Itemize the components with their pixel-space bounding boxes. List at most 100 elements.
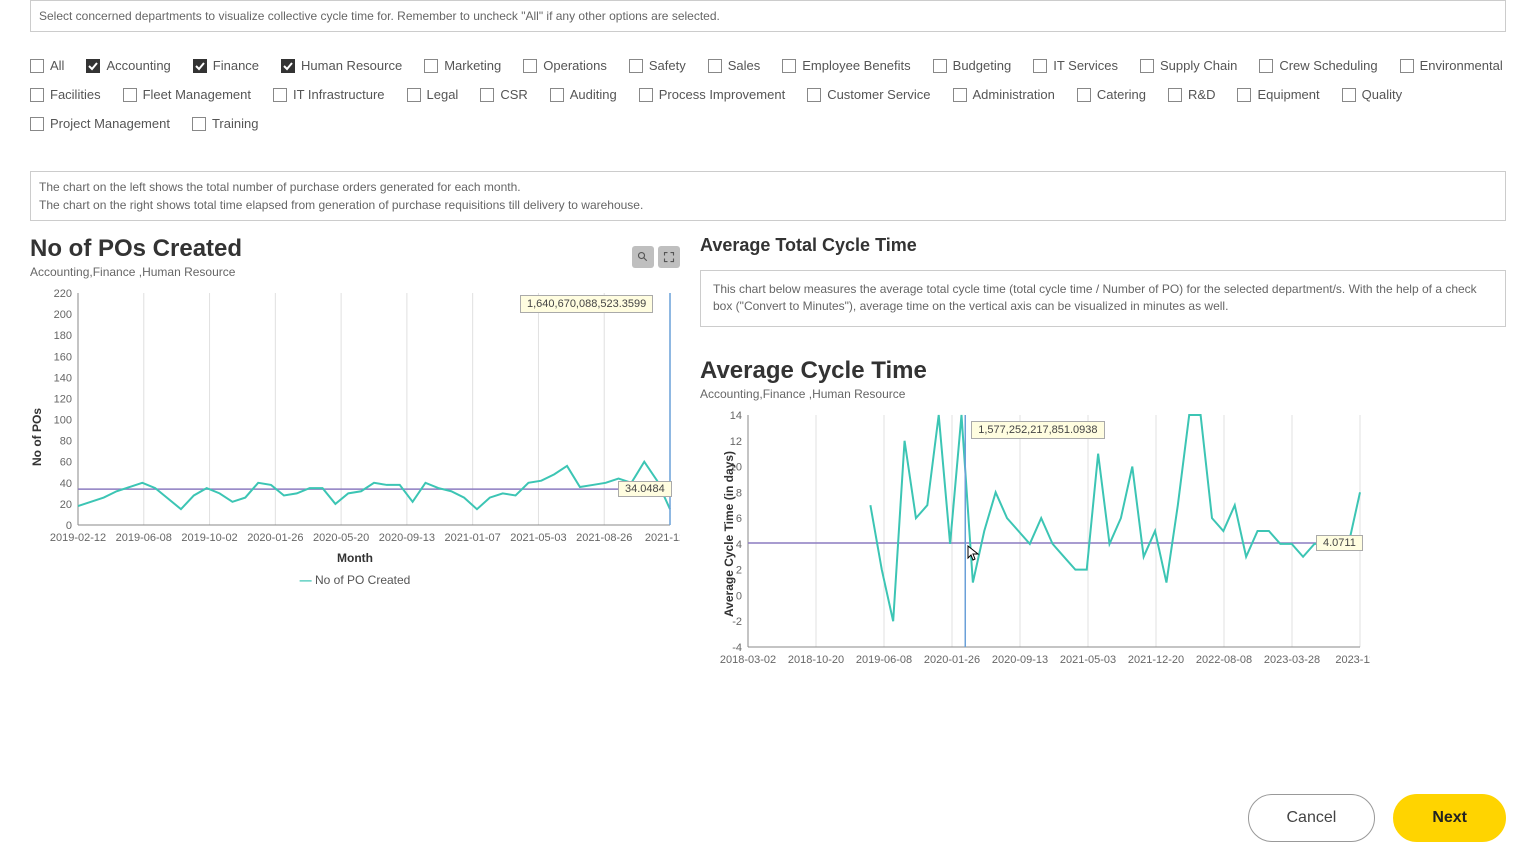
department-checkbox-crew-scheduling[interactable]: Crew Scheduling <box>1259 58 1377 73</box>
svg-text:200: 200 <box>54 309 72 321</box>
svg-text:2020-09-13: 2020-09-13 <box>992 654 1048 666</box>
svg-text:2023-11-1: 2023-11-1 <box>1335 654 1370 666</box>
checkbox-label: Marketing <box>444 58 501 73</box>
checkbox-icon <box>30 59 44 73</box>
checkbox-label: Operations <box>543 58 607 73</box>
footer-buttons: Cancel Next <box>1248 794 1507 842</box>
svg-text:140: 140 <box>54 372 72 384</box>
checkbox-icon <box>86 59 100 73</box>
svg-text:60: 60 <box>60 457 72 469</box>
svg-text:2020-01-26: 2020-01-26 <box>247 532 303 544</box>
department-checkbox-group: All Accounting Finance Human Resource Market… <box>30 58 1506 131</box>
checkbox-label: Facilities <box>50 87 101 102</box>
checkbox-icon <box>1033 59 1047 73</box>
checkbox-icon <box>1168 88 1182 102</box>
department-checkbox-environmental[interactable]: Environmental <box>1400 58 1503 73</box>
department-checkbox-supply-chain[interactable]: Supply Chain <box>1140 58 1237 73</box>
charts-row: No of POs Created Accounting,Finance ,Hu… <box>0 235 1536 669</box>
right-chart-plot[interactable]: Average Cycle Time (in days) 2018-03-02 2… <box>700 409 1506 669</box>
department-checkbox-it-services[interactable]: IT Services <box>1033 58 1118 73</box>
cancel-button[interactable]: Cancel <box>1248 794 1376 842</box>
checkbox-label: IT Infrastructure <box>293 87 385 102</box>
department-checkbox-safety[interactable]: Safety <box>629 58 686 73</box>
department-checkbox-catering[interactable]: Catering <box>1077 87 1146 102</box>
svg-text:-2: -2 <box>732 616 742 628</box>
department-checkbox-auditing[interactable]: Auditing <box>550 87 617 102</box>
department-checkbox-operations[interactable]: Operations <box>523 58 607 73</box>
checkbox-label: Equipment <box>1257 87 1319 102</box>
svg-text:2018-03-02: 2018-03-02 <box>720 654 776 666</box>
svg-text:2019-02-12: 2019-02-12 <box>50 532 106 544</box>
left-chart-plot[interactable]: No of POs 2019-02-122019-06-082019-10-02… <box>30 287 680 587</box>
svg-text:8: 8 <box>736 487 742 499</box>
svg-text:160: 160 <box>54 351 72 363</box>
right-y-axis-label: Average Cycle Time (in days) <box>722 451 736 617</box>
checkbox-label: Environmental <box>1420 58 1503 73</box>
department-checkbox-sales[interactable]: Sales <box>708 58 761 73</box>
department-checkbox-csr[interactable]: CSR <box>480 87 527 102</box>
department-checkbox-equipment[interactable]: Equipment <box>1237 87 1319 102</box>
checkbox-icon <box>1342 88 1356 102</box>
checkbox-label: Quality <box>1362 87 1402 102</box>
checkbox-label: Safety <box>649 58 686 73</box>
svg-text:2021-05-03: 2021-05-03 <box>510 532 566 544</box>
svg-text:100: 100 <box>54 415 72 427</box>
svg-text:120: 120 <box>54 393 72 405</box>
department-checkbox-accounting[interactable]: Accounting <box>86 58 170 73</box>
department-checkbox-all[interactable]: All <box>30 58 64 73</box>
left-tooltip: 1,640,670,088,523.3599 <box>520 295 653 313</box>
department-checkbox-employee-benefits[interactable]: Employee Benefits <box>782 58 910 73</box>
svg-text:4: 4 <box>736 539 742 551</box>
department-checkbox-legal[interactable]: Legal <box>407 87 459 102</box>
checkbox-label: All <box>50 58 64 73</box>
svg-text:0: 0 <box>66 520 72 532</box>
checkbox-label: Auditing <box>570 87 617 102</box>
checkbox-icon <box>281 59 295 73</box>
checkbox-label: Training <box>212 116 258 131</box>
department-checkbox-marketing[interactable]: Marketing <box>424 58 501 73</box>
checkbox-icon <box>708 59 722 73</box>
left-reference-label: 34.0484 <box>618 481 672 497</box>
svg-text:2019-10-02: 2019-10-02 <box>181 532 237 544</box>
checkbox-label: Human Resource <box>301 58 402 73</box>
department-checkbox-quality[interactable]: Quality <box>1342 87 1402 102</box>
checkbox-label: CSR <box>500 87 527 102</box>
checkbox-label: Finance <box>213 58 259 73</box>
checkbox-icon <box>480 88 494 102</box>
left-x-axis-label: Month <box>30 551 680 565</box>
department-checkbox-fleet-management[interactable]: Fleet Management <box>123 87 251 102</box>
department-checkbox-finance[interactable]: Finance <box>193 58 259 73</box>
checkbox-icon <box>30 88 44 102</box>
checkbox-icon <box>550 88 564 102</box>
checkbox-icon <box>629 59 643 73</box>
checkbox-label: Supply Chain <box>1160 58 1237 73</box>
left-legend: — No of PO Created <box>30 573 680 587</box>
right-column: Average Total Cycle Time This chart belo… <box>700 235 1506 669</box>
department-checkbox-project-management[interactable]: Project Management <box>30 116 170 131</box>
department-checkbox-it-infrastructure[interactable]: IT Infrastructure <box>273 87 385 102</box>
next-button[interactable]: Next <box>1393 794 1506 842</box>
checkbox-label: R&D <box>1188 87 1215 102</box>
svg-text:2021-01-07: 2021-01-07 <box>445 532 501 544</box>
department-checkbox-human-resource[interactable]: Human Resource <box>281 58 402 73</box>
svg-text:180: 180 <box>54 330 72 342</box>
svg-text:2020-01-26: 2020-01-26 <box>924 654 980 666</box>
department-checkbox-customer-service[interactable]: Customer Service <box>807 87 930 102</box>
department-checkbox-budgeting[interactable]: Budgeting <box>933 58 1012 73</box>
department-checkbox-training[interactable]: Training <box>192 116 258 131</box>
department-checkbox-r&d[interactable]: R&D <box>1168 87 1215 102</box>
zoom-icon[interactable] <box>632 246 654 268</box>
department-checkbox-administration[interactable]: Administration <box>953 87 1055 102</box>
right-chart-title: Average Cycle Time <box>700 357 1506 385</box>
department-checkbox-facilities[interactable]: Facilities <box>30 87 101 102</box>
svg-text:-4: -4 <box>732 642 742 654</box>
checkbox-icon <box>424 59 438 73</box>
expand-icon[interactable] <box>658 246 680 268</box>
explainer-line-1: The chart on the left shows the total nu… <box>39 178 1497 196</box>
checkbox-label: Legal <box>427 87 459 102</box>
department-checkbox-process-improvement[interactable]: Process Improvement <box>639 87 785 102</box>
cursor-icon <box>967 545 981 563</box>
checkbox-icon <box>523 59 537 73</box>
checkbox-icon <box>1140 59 1154 73</box>
checkbox-icon <box>193 59 207 73</box>
